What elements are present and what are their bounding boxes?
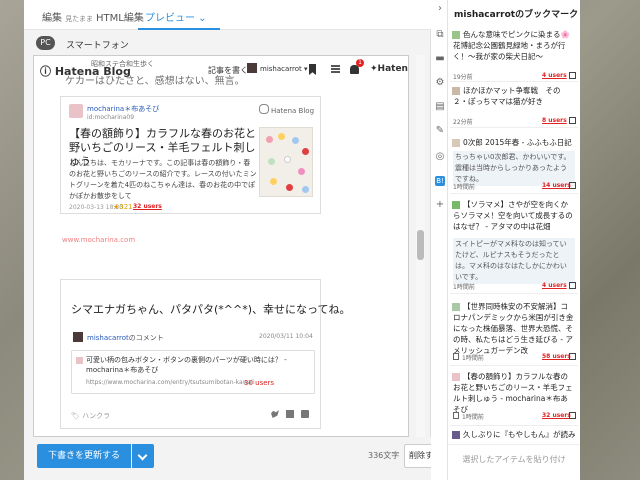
quoted-url[interactable]: https://www.mocharina.com/entry/tsutsumi…: [86, 379, 255, 386]
bookmark-time: 1時間前: [462, 414, 484, 421]
site-url[interactable]: www.mocharina.com: [62, 236, 135, 244]
bookmark-title[interactable]: 【ソラマメ】さやが空を向くからソラマメ！空を向いて成長するのはなぜ？ - アタマ…: [453, 199, 575, 232]
external-link-icon[interactable]: [569, 117, 576, 124]
collapse-arrow-icon[interactable]: ›: [435, 4, 445, 14]
user-avatar[interactable]: [247, 63, 257, 73]
document-icon[interactable]: ▤: [435, 102, 445, 112]
bookmark-item[interactable]: 【ソラマメ】さやが空を向くからソラマメ！空を向いて成長するのはなぜ？ - アタマ…: [450, 198, 578, 294]
facebook-share-icon[interactable]: [286, 410, 294, 418]
bookmark-item[interactable]: ほかほかマット争奪戦 その２・ぽっちママは猫が好き 22分前 8 users: [450, 84, 578, 128]
bookmark-users[interactable]: 58 users: [542, 353, 571, 360]
instagram-icon[interactable]: ◎: [435, 152, 445, 162]
document-icon: [453, 353, 459, 360]
hatena-b-icon[interactable]: B!: [435, 176, 445, 186]
card-users-count[interactable]: 32 users: [133, 203, 162, 210]
comment-text: シマエナガちゃん、パタパタ(*^^*)、幸せになってね。: [71, 303, 351, 316]
quoted-title[interactable]: 可愛い柄の包みボタン・ボタンの裏側のパーツが硬い時には？ - mocharina…: [86, 355, 312, 375]
write-article-link[interactable]: 記事を書く: [208, 65, 248, 76]
bookmark-icon[interactable]: [309, 64, 316, 75]
bookmark-item[interactable]: 久しぶりに『もやしもん』が読みたくな: [450, 428, 578, 444]
preview-frame: ⓘ Hatena Blog 昭和ステ合和生歩く ケカーはひたさと、感想はない、無…: [33, 55, 409, 437]
bookmark-time: 22分前: [453, 119, 473, 126]
editor-body: PC スマートフォン ⓘ Hatena Blog 昭和ステ合和生歩く ケカーはひ…: [24, 0, 446, 480]
bookmark-title[interactable]: 久しぶりに『もやしもん』が読みたくな: [453, 429, 575, 440]
bookmark-item[interactable]: 0次郎 2015年春 - ふふもふ日記 ちっちゃい0次郎君、かわいいです。震種は…: [450, 136, 578, 194]
hatena-share-icon[interactable]: [301, 410, 309, 418]
commenter-avatar: [73, 332, 83, 342]
char-count: 336文字: [368, 451, 400, 460]
commenter[interactable]: mishacarrotのコメント: [87, 333, 164, 343]
bookmark-users[interactable]: 4 users: [542, 282, 567, 289]
bookmark-panel-title: mishacarrotのブックマーク: [454, 10, 579, 20]
twitter-icon[interactable]: ✎: [435, 126, 445, 136]
side-toolbar: [431, 0, 448, 480]
bookmark-time: 1時間前: [453, 184, 475, 191]
quoted-entry[interactable]: 可愛い柄の包みボタン・ボタンの裏側のパーツが硬い時には？ - mocharina…: [71, 350, 315, 394]
external-link-icon[interactable]: [569, 353, 576, 360]
bookmark-time: 1時間前: [453, 284, 475, 291]
pc-toggle[interactable]: PC: [36, 36, 55, 50]
author-name[interactable]: mocharina＊布あそび: [87, 104, 159, 114]
bookmark-item[interactable]: 色んな意味でピンクに染まる🌸花博記念公園鶴見緑地・まろが行く！〜我が家の柴犬日記…: [450, 28, 578, 82]
copy-icon[interactable]: ⧉: [435, 30, 445, 40]
bookmark-comment: ちっちゃい0次郎君、かわいいです。震種は当時からしっかりあったようですね。: [453, 151, 575, 186]
card-description: こんにちは、モカリーナです。この記事は春の額飾り・春のお花と野いちごのリースの紹…: [69, 159, 257, 200]
comment-time: 2020/03/11 10:04: [259, 333, 313, 340]
user-menu[interactable]: mishacarrot ▾: [260, 65, 308, 73]
plus-icon[interactable]: +: [435, 200, 445, 210]
bookmark-users[interactable]: 32 users: [542, 412, 571, 419]
scroll-thumb[interactable]: [417, 230, 424, 260]
bookmark-users[interactable]: 14 users: [542, 182, 571, 189]
bookmark-title[interactable]: 色んな意味でピンクに染まる🌸花博記念公園鶴見緑地・まろが行く！〜我が家の柴犬日記…: [453, 29, 575, 62]
hatena-header: ⓘ Hatena Blog 昭和ステ合和生歩く ケカーはひたさと、感想はない、無…: [34, 56, 408, 87]
folder-icon[interactable]: ▬: [435, 54, 445, 64]
bookmark-title[interactable]: 0次郎 2015年春 - ふふもふ日記: [453, 137, 575, 148]
bookmark-users[interactable]: 8 users: [542, 117, 567, 124]
ghost-subtitle: 昭和ステ合和生歩く: [91, 60, 154, 68]
menu-icon[interactable]: [331, 65, 340, 73]
twitter-share-icon[interactable]: [271, 410, 279, 418]
external-link-icon[interactable]: [569, 182, 576, 189]
author-id: id:mocharina09: [87, 114, 135, 121]
bookmark-item[interactable]: 【世界同時株安の不安解消】コロナパンデミックから米国が引き金になった株価暴落、世…: [450, 300, 578, 366]
smartphone-toggle[interactable]: スマートフォン: [66, 38, 129, 51]
notification-badge: 1: [356, 59, 364, 67]
bookmark-title[interactable]: 【世界同時株安の不安解消】コロナパンデミックから米国が引き金になった株価暴落、世…: [453, 301, 575, 356]
external-link-icon[interactable]: [569, 72, 576, 79]
update-options-dropdown[interactable]: [132, 444, 154, 468]
quoted-users[interactable]: 30 users: [244, 379, 274, 387]
paste-selected-button[interactable]: 選択したアイテムを貼り付け: [448, 444, 580, 474]
external-link-icon[interactable]: [569, 412, 576, 419]
external-link-icon[interactable]: [569, 282, 576, 289]
tag-hangura[interactable]: 🏷 ハンクラ: [71, 411, 110, 421]
embedded-blog-card[interactable]: mocharina＊布あそび id:mocharina09 Hatena Blo…: [60, 96, 321, 214]
gear-icon[interactable]: ⚙: [435, 78, 445, 88]
quoted-avatar: [76, 357, 83, 364]
bookmark-comment: スイトピーがマメ科なのは知っていたけど、ルピナスもそうだったとは。マメ科のはなは…: [453, 238, 575, 284]
bookmark-title[interactable]: 【春の額飾り】カラフルな春のお花と野いちごのリース・羊毛フェルト刺しゅう - m…: [453, 371, 575, 415]
bookmark-item[interactable]: 【春の額飾り】カラフルな春のお花と野いちごのリース・羊毛フェルト刺しゅう - m…: [450, 370, 578, 426]
comment-card: シマエナガちゃん、パタパタ(*^^*)、幸せになってね。 mishacarrot…: [60, 279, 350, 429]
bookmark-time: 19分前: [453, 74, 473, 81]
hatena-blog-label: Hatena Blog: [259, 104, 314, 115]
document-icon: [453, 412, 459, 419]
card-thumbnail: [259, 127, 313, 197]
bookmark-time: 1時間前: [462, 355, 484, 362]
star-count[interactable]: ★321: [113, 203, 133, 211]
bookmark-users[interactable]: 4 users: [542, 72, 567, 79]
update-draft-button[interactable]: 下書きを更新する: [37, 444, 131, 468]
bookmark-title[interactable]: ほかほかマット争奪戦 その２・ぽっちママは猫が好き: [453, 85, 575, 107]
hatena-link[interactable]: ✦Hatena: [370, 64, 408, 74]
author-avatar: [69, 104, 83, 118]
